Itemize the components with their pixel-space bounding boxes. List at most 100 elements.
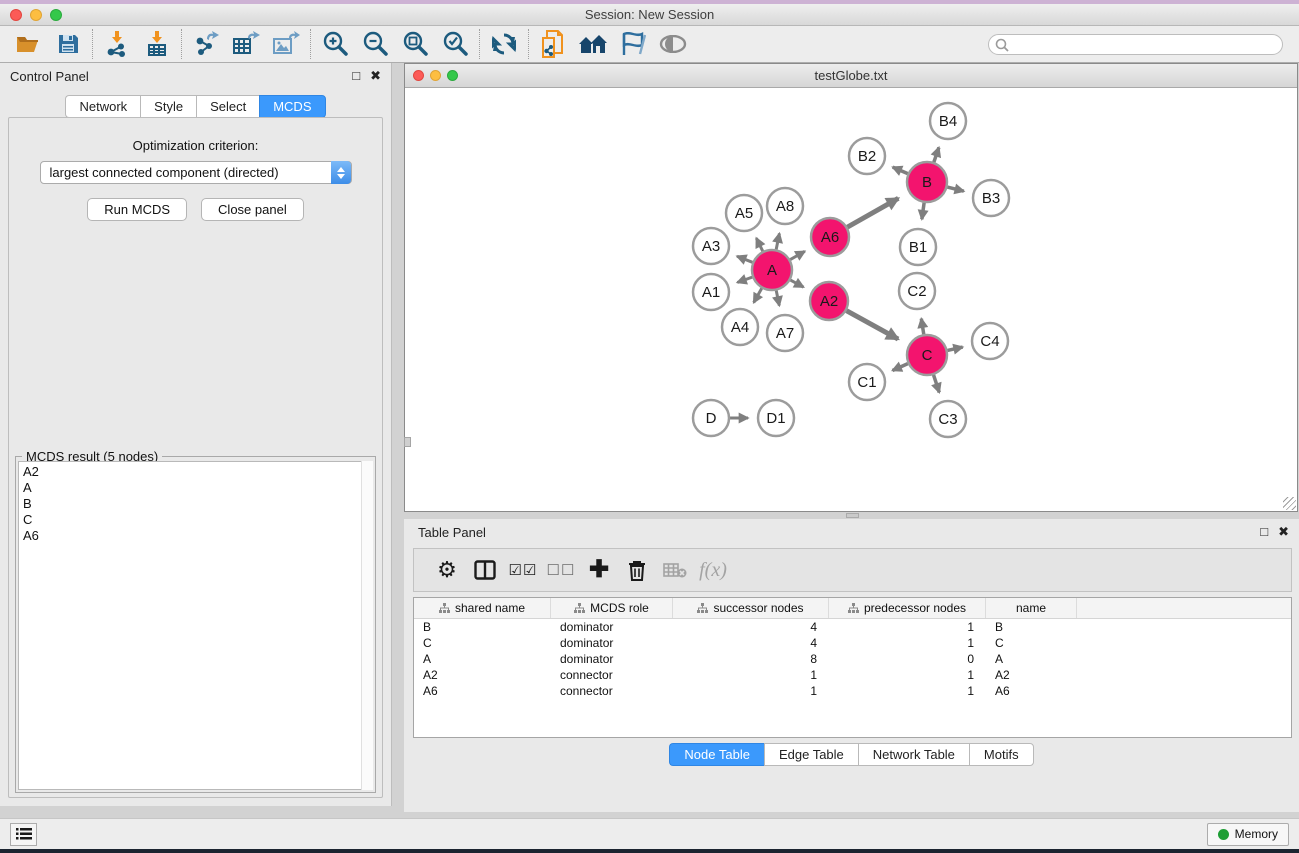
run-mcds-button[interactable]: Run MCDS bbox=[87, 198, 187, 221]
zoom-fit-icon[interactable] bbox=[395, 28, 435, 60]
result-item[interactable]: B bbox=[23, 496, 372, 512]
graph-edge-B-B4[interactable] bbox=[934, 147, 939, 162]
graph-edge-A-A8[interactable] bbox=[776, 233, 779, 249]
table-cell[interactable]: C bbox=[414, 635, 551, 651]
column-header-predecessor-nodes[interactable]: predecessor nodes bbox=[829, 598, 986, 618]
memory-button[interactable]: Memory bbox=[1207, 823, 1289, 846]
search-input[interactable] bbox=[988, 34, 1283, 55]
table-cell[interactable]: 1 bbox=[829, 667, 986, 683]
table-cell[interactable]: 1 bbox=[673, 683, 829, 699]
table-cell[interactable]: C bbox=[986, 635, 1077, 651]
graph-edge-A-A3[interactable] bbox=[737, 256, 752, 262]
table-cell[interactable]: 1 bbox=[829, 683, 986, 699]
control-tab-network[interactable]: Network bbox=[65, 95, 140, 118]
column-header-MCDS-role[interactable]: MCDS role bbox=[551, 598, 673, 618]
select-all-icon[interactable]: ☑☑ bbox=[504, 555, 542, 585]
result-item[interactable]: A2 bbox=[23, 464, 372, 480]
graph-edge-C-C4[interactable] bbox=[947, 347, 962, 350]
graph-edge-C-C3[interactable] bbox=[934, 375, 940, 392]
table-cell[interactable]: dominator bbox=[551, 635, 673, 651]
result-item[interactable]: A6 bbox=[23, 528, 372, 544]
column-header-name[interactable]: name bbox=[986, 598, 1077, 618]
import-network-icon[interactable] bbox=[97, 28, 137, 60]
table-cell[interactable]: A bbox=[986, 651, 1077, 667]
column-header-shared-name[interactable]: shared name bbox=[414, 598, 551, 618]
zoom-in-icon[interactable] bbox=[315, 28, 355, 60]
control-tab-select[interactable]: Select bbox=[196, 95, 259, 118]
table-row[interactable]: Adominator80A bbox=[414, 651, 1291, 667]
graph-edge-A-A7[interactable] bbox=[776, 291, 779, 306]
table-cell[interactable]: connector bbox=[551, 683, 673, 699]
export-image-icon[interactable] bbox=[266, 28, 306, 60]
delete-columns-trash-icon[interactable] bbox=[618, 555, 656, 585]
table-cell[interactable]: 4 bbox=[673, 635, 829, 651]
graph-edge-B-B1[interactable] bbox=[922, 203, 924, 219]
table-cell[interactable]: 1 bbox=[829, 635, 986, 651]
graph-edge-C-C1[interactable] bbox=[893, 364, 908, 371]
add-column-icon[interactable]: ✚ bbox=[580, 555, 618, 585]
table-row[interactable]: A6connector11A6 bbox=[414, 683, 1291, 699]
graph-edge-A-A5[interactable] bbox=[756, 238, 762, 251]
delete-table-icon[interactable] bbox=[656, 555, 694, 585]
deselect-all-icon[interactable]: ☐☐ bbox=[542, 555, 580, 585]
table-cell[interactable]: 4 bbox=[673, 619, 829, 635]
table-cell[interactable]: B bbox=[414, 619, 551, 635]
table-cell[interactable]: A2 bbox=[414, 667, 551, 683]
splitter-handle[interactable] bbox=[404, 437, 411, 447]
table-cell[interactable]: 1 bbox=[673, 667, 829, 683]
table-tab-motifs[interactable]: Motifs bbox=[969, 743, 1034, 766]
mcds-result-list[interactable]: A2ABCA6 bbox=[18, 461, 373, 790]
result-item[interactable]: C bbox=[23, 512, 372, 528]
float-panel-icon[interactable]: □ bbox=[1260, 524, 1268, 540]
graph-edge-C-C2[interactable] bbox=[921, 319, 923, 335]
control-tab-mcds[interactable]: MCDS bbox=[259, 95, 325, 118]
window-resize-grip[interactable] bbox=[1283, 497, 1296, 510]
show-details-eye-icon[interactable] bbox=[653, 28, 693, 60]
table-cell[interactable]: B bbox=[986, 619, 1077, 635]
graph-edge-B-B2[interactable] bbox=[893, 167, 908, 174]
table-tab-edge-table[interactable]: Edge Table bbox=[764, 743, 858, 766]
table-cell[interactable]: A2 bbox=[986, 667, 1077, 683]
save-session-icon[interactable] bbox=[48, 28, 88, 60]
table-cell[interactable]: dominator bbox=[551, 619, 673, 635]
table-cell[interactable]: A bbox=[414, 651, 551, 667]
split-table-icon[interactable] bbox=[466, 555, 504, 585]
zoom-out-icon[interactable] bbox=[355, 28, 395, 60]
table-cell[interactable]: A6 bbox=[414, 683, 551, 699]
export-table-icon[interactable] bbox=[226, 28, 266, 60]
network-graph[interactable]: B4B2BB3A8A5A6A3B1AA1C2A2A4A7C4CC1C3DD1 bbox=[405, 88, 1297, 511]
result-item[interactable]: A bbox=[23, 480, 372, 496]
graph-edge-A-A1[interactable] bbox=[737, 277, 752, 282]
result-list-scrollbar[interactable] bbox=[361, 461, 373, 790]
network-from-file-icon[interactable] bbox=[533, 28, 573, 60]
graph-edge-A2-C[interactable] bbox=[847, 311, 899, 339]
table-options-gear-icon[interactable]: ⚙ bbox=[428, 555, 466, 585]
table-cell[interactable]: dominator bbox=[551, 651, 673, 667]
refresh-view-icon[interactable] bbox=[484, 28, 524, 60]
table-row[interactable]: Bdominator41B bbox=[414, 619, 1291, 635]
table-cell[interactable]: 1 bbox=[829, 619, 986, 635]
table-row[interactable]: A2connector11A2 bbox=[414, 667, 1291, 683]
float-panel-icon[interactable]: □ bbox=[352, 68, 360, 84]
close-panel-icon[interactable]: ✖ bbox=[370, 68, 381, 84]
open-file-icon[interactable] bbox=[8, 28, 48, 60]
close-panel-icon[interactable]: ✖ bbox=[1278, 524, 1289, 540]
table-tab-node-table[interactable]: Node Table bbox=[669, 743, 764, 766]
graph-edge-A-A4[interactable] bbox=[754, 288, 762, 302]
table-cell[interactable]: 0 bbox=[829, 651, 986, 667]
hide-annotations-icon[interactable] bbox=[613, 28, 653, 60]
task-history-list-icon[interactable] bbox=[10, 823, 37, 846]
function-builder-icon[interactable]: f(x) bbox=[694, 555, 732, 585]
graph-edge-B-B3[interactable] bbox=[947, 187, 963, 191]
close-panel-button[interactable]: Close panel bbox=[201, 198, 304, 221]
graph-edge-A-A2[interactable] bbox=[790, 280, 803, 287]
table-cell[interactable]: connector bbox=[551, 667, 673, 683]
table-tab-network-table[interactable]: Network Table bbox=[858, 743, 969, 766]
table-cell[interactable]: A6 bbox=[986, 683, 1077, 699]
control-tab-style[interactable]: Style bbox=[140, 95, 196, 118]
home-icon[interactable] bbox=[573, 28, 613, 60]
horizontal-splitter-handle[interactable] bbox=[846, 513, 859, 518]
zoom-selected-icon[interactable] bbox=[435, 28, 475, 60]
export-network-icon[interactable] bbox=[186, 28, 226, 60]
column-header-successor-nodes[interactable]: successor nodes bbox=[673, 598, 829, 618]
